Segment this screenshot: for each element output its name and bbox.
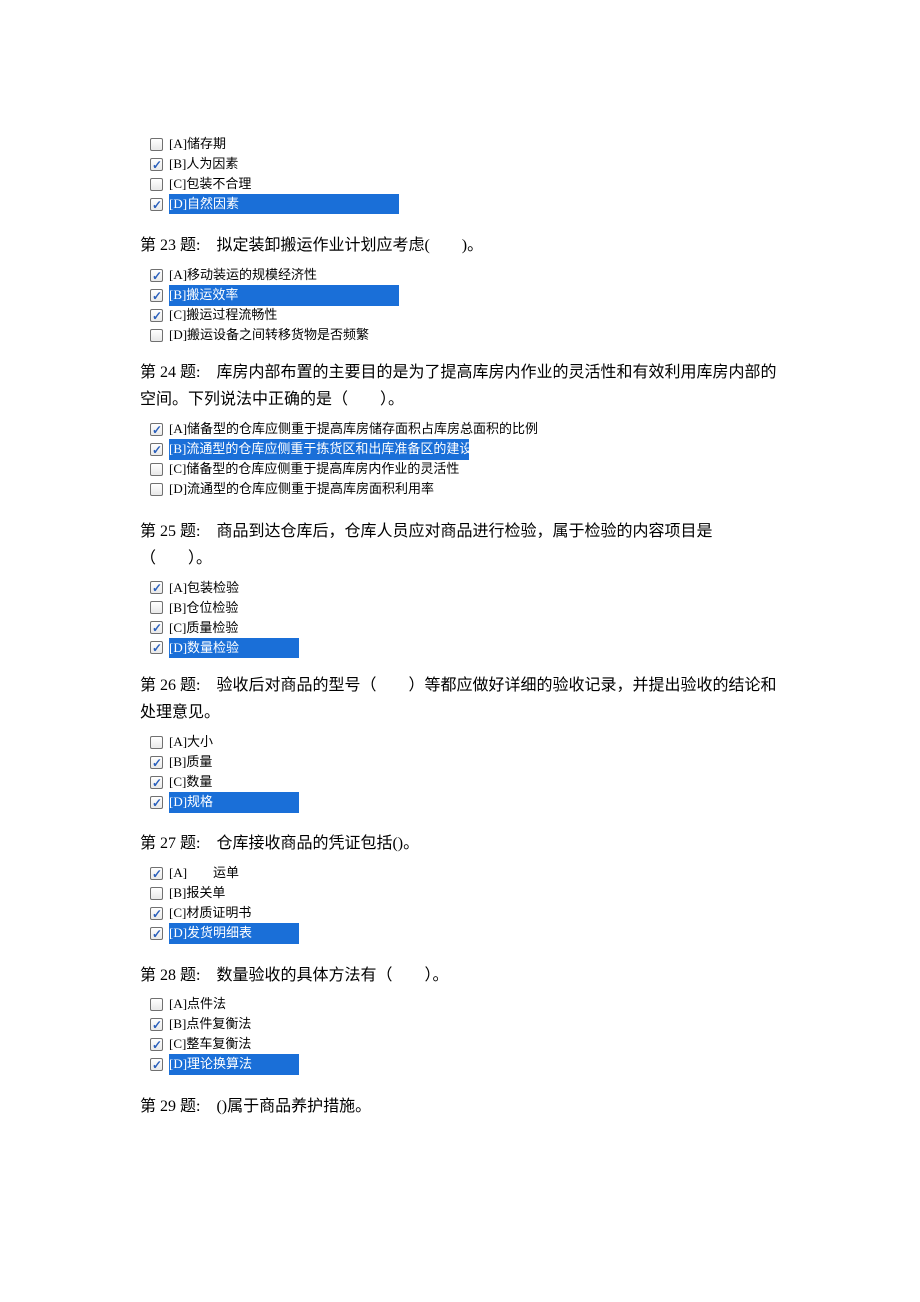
q28-option-c[interactable]: [C]整车复衡法	[150, 1035, 780, 1055]
q28-option-b[interactable]: [B]点件复衡法	[150, 1015, 780, 1035]
q22-option-b[interactable]: [B]人为因素	[150, 154, 780, 174]
checkbox-icon[interactable]	[150, 1038, 163, 1051]
q23-options: [A]移动装运的规模经济性 [B]搬运效率 [C]搬运过程流畅性 [D]搬运设备…	[150, 265, 780, 345]
q28-options: [A]点件法 [B]点件复衡法 [C]整车复衡法 [D]理论换算法	[150, 995, 780, 1075]
q22-option-c[interactable]: [C]包装不合理	[150, 174, 780, 194]
q27-option-c[interactable]: [C]材质证明书	[150, 904, 780, 924]
option-label: [B]流通型的仓库应侧重于拣货区和出库准备区的建设	[169, 439, 469, 460]
option-label: [A]包装检验	[169, 578, 239, 599]
option-label: [C]搬运过程流畅性	[169, 305, 277, 326]
q26-option-b[interactable]: [B]质量	[150, 752, 780, 772]
option-label: [D]发货明细表	[169, 923, 299, 944]
checkbox-icon[interactable]	[150, 621, 163, 634]
q29-text: 第 29 题: ()属于商品养护措施。	[140, 1093, 780, 1120]
q28-option-a[interactable]: [A]点件法	[150, 995, 780, 1015]
option-label: [D]流通型的仓库应侧重于提高库房面积利用率	[169, 479, 434, 500]
q24-option-a[interactable]: [A]储备型的仓库应侧重于提高库房储存面积占库房总面积的比例	[150, 420, 780, 440]
checkbox-icon[interactable]	[150, 867, 163, 880]
checkbox-icon[interactable]	[150, 178, 163, 191]
q25-option-c[interactable]: [C]质量检验	[150, 618, 780, 638]
checkbox-icon[interactable]	[150, 907, 163, 920]
option-label: [B]点件复衡法	[169, 1014, 251, 1035]
option-label: [D]理论换算法	[169, 1054, 299, 1075]
checkbox-icon[interactable]	[150, 998, 163, 1011]
q23-option-b[interactable]: [B]搬运效率	[150, 285, 780, 305]
q24-option-c[interactable]: [C]储备型的仓库应侧重于提高库房内作业的灵活性	[150, 460, 780, 480]
checkbox-icon[interactable]	[150, 423, 163, 436]
q23-text: 第 23 题: 拟定装卸搬运作业计划应考虑( )。	[140, 232, 780, 259]
option-label: [D]搬运设备之间转移货物是否频繁	[169, 325, 369, 346]
checkbox-icon[interactable]	[150, 581, 163, 594]
option-label: [B]人为因素	[169, 154, 238, 175]
q27-option-a[interactable]: [A] 运单	[150, 864, 780, 884]
option-label: [B]质量	[169, 752, 212, 773]
q26-text: 第 26 题: 验收后对商品的型号（ ）等都应做好详细的验收记录，并提出验收的结…	[140, 672, 780, 726]
checkbox-icon[interactable]	[150, 736, 163, 749]
option-label: [C]质量检验	[169, 618, 238, 639]
option-label: [A]移动装运的规模经济性	[169, 265, 317, 286]
q23-option-d[interactable]: [D]搬运设备之间转移货物是否频繁	[150, 325, 780, 345]
q24-options: [A]储备型的仓库应侧重于提高库房储存面积占库房总面积的比例 [B]流通型的仓库…	[150, 420, 780, 500]
option-label: [A]点件法	[169, 994, 226, 1015]
checkbox-icon[interactable]	[150, 483, 163, 496]
q24-option-b[interactable]: [B]流通型的仓库应侧重于拣货区和出库准备区的建设	[150, 440, 780, 460]
checkbox-icon[interactable]	[150, 887, 163, 900]
option-label: [A]大小	[169, 732, 213, 753]
q26-options: [A]大小 [B]质量 [C]数量 [D]规格	[150, 732, 780, 812]
checkbox-icon[interactable]	[150, 443, 163, 456]
checkbox-icon[interactable]	[150, 1018, 163, 1031]
q22-option-a[interactable]: [A]储存期	[150, 134, 780, 154]
checkbox-icon[interactable]	[150, 927, 163, 940]
q24-option-d[interactable]: [D]流通型的仓库应侧重于提高库房面积利用率	[150, 480, 780, 500]
option-label: [B]搬运效率	[169, 285, 399, 306]
q27-options: [A] 运单 [B]报关单 [C]材质证明书 [D]发货明细表	[150, 864, 780, 944]
q24-text: 第 24 题: 库房内部布置的主要目的是为了提高库房内作业的灵活性和有效利用库房…	[140, 359, 780, 413]
q25-options: [A]包装检验 [B]仓位检验 [C]质量检验 [D]数量检验	[150, 578, 780, 658]
option-label: [A]储存期	[169, 134, 226, 155]
checkbox-icon[interactable]	[150, 138, 163, 151]
option-label: [B]报关单	[169, 883, 225, 904]
checkbox-icon[interactable]	[150, 776, 163, 789]
checkbox-icon[interactable]	[150, 158, 163, 171]
option-label: [C]数量	[169, 772, 212, 793]
option-label: [A] 运单	[169, 863, 239, 884]
q27-option-b[interactable]: [B]报关单	[150, 884, 780, 904]
option-label: [C]整车复衡法	[169, 1034, 251, 1055]
q27-option-d[interactable]: [D]发货明细表	[150, 924, 780, 944]
q22-options: [A]储存期 [B]人为因素 [C]包装不合理 [D]自然因素	[150, 134, 780, 214]
option-label: [D]自然因素	[169, 194, 399, 215]
checkbox-icon[interactable]	[150, 601, 163, 614]
q26-option-d[interactable]: [D]规格	[150, 792, 780, 812]
option-label: [C]材质证明书	[169, 903, 251, 924]
checkbox-icon[interactable]	[150, 756, 163, 769]
checkbox-icon[interactable]	[150, 463, 163, 476]
checkbox-icon[interactable]	[150, 269, 163, 282]
q25-option-d[interactable]: [D]数量检验	[150, 638, 780, 658]
option-label: [A]储备型的仓库应侧重于提高库房储存面积占库房总面积的比例	[169, 419, 538, 440]
q28-option-d[interactable]: [D]理论换算法	[150, 1055, 780, 1075]
q27-text: 第 27 题: 仓库接收商品的凭证包括()。	[140, 830, 780, 857]
checkbox-icon[interactable]	[150, 198, 163, 211]
option-label: [C]包装不合理	[169, 174, 251, 195]
checkbox-icon[interactable]	[150, 309, 163, 322]
q25-option-a[interactable]: [A]包装检验	[150, 578, 780, 598]
q23-option-c[interactable]: [C]搬运过程流畅性	[150, 305, 780, 325]
option-label: [C]储备型的仓库应侧重于提高库房内作业的灵活性	[169, 459, 459, 480]
q25-text: 第 25 题: 商品到达仓库后，仓库人员应对商品进行检验，属于检验的内容项目是（…	[140, 518, 780, 572]
checkbox-icon[interactable]	[150, 289, 163, 302]
q22-option-d[interactable]: [D]自然因素	[150, 194, 780, 214]
q26-option-a[interactable]: [A]大小	[150, 732, 780, 752]
checkbox-icon[interactable]	[150, 1058, 163, 1071]
option-label: [B]仓位检验	[169, 598, 238, 619]
checkbox-icon[interactable]	[150, 641, 163, 654]
q25-option-b[interactable]: [B]仓位检验	[150, 598, 780, 618]
q26-option-c[interactable]: [C]数量	[150, 772, 780, 792]
checkbox-icon[interactable]	[150, 329, 163, 342]
option-label: [D]规格	[169, 792, 299, 813]
option-label: [D]数量检验	[169, 638, 299, 659]
q28-text: 第 28 题: 数量验收的具体方法有（ ）。	[140, 962, 780, 989]
checkbox-icon[interactable]	[150, 796, 163, 809]
q23-option-a[interactable]: [A]移动装运的规模经济性	[150, 265, 780, 285]
